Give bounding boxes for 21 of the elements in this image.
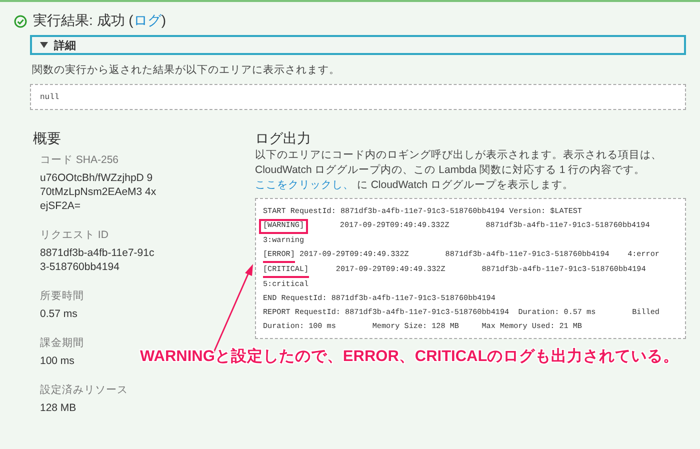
field-label: リクエスト ID xyxy=(40,229,110,242)
field-value: 128 MB xyxy=(40,401,78,415)
log-heading: ログ出力 xyxy=(255,130,312,146)
field-value: 8871df3b-a4fb-11e7-91c3-518760bb4194 xyxy=(40,246,156,274)
field-value: 0.57 ms xyxy=(40,307,78,321)
result-description: 関数の実行から返された結果が以下のエリアに表示されます。 xyxy=(32,63,341,77)
result-title: 実行結果: 成功 (ログ) xyxy=(33,12,166,30)
summary-heading: 概要 xyxy=(33,130,62,146)
cloudwatch-link[interactable]: ここをクリックし、 xyxy=(255,179,354,191)
annotation-text: WARNINGと設定したので、ERROR、CRITICALのログも出力されている。 xyxy=(140,346,680,367)
field-label: 課金期間 xyxy=(40,337,85,350)
details-toggle[interactable]: 詳細 xyxy=(30,35,686,55)
field-label: 設定済みリソース xyxy=(40,384,129,397)
success-icon xyxy=(14,14,27,28)
result-output: null xyxy=(30,84,686,110)
details-label: 詳細 xyxy=(54,38,76,52)
log-link[interactable]: ログ xyxy=(133,12,162,28)
field-label: 所要時間 xyxy=(40,290,85,303)
field-value: u76OOtcBh/fWZzjhpD 970tMzLpNsm2EAeM3 4xejSF2A= xyxy=(40,171,158,213)
field-label: コード SHA-256 xyxy=(40,154,120,167)
log-description: 以下のエリアにコード内のロギング呼び出しが表示されます。表示される項目は、CloudWatch ロググループ内の、この Lambda 関数に対応する 1 行の内容です。 ここをクリックし、 に CloudWatch ロググループを表示します。 xyxy=(255,148,663,193)
